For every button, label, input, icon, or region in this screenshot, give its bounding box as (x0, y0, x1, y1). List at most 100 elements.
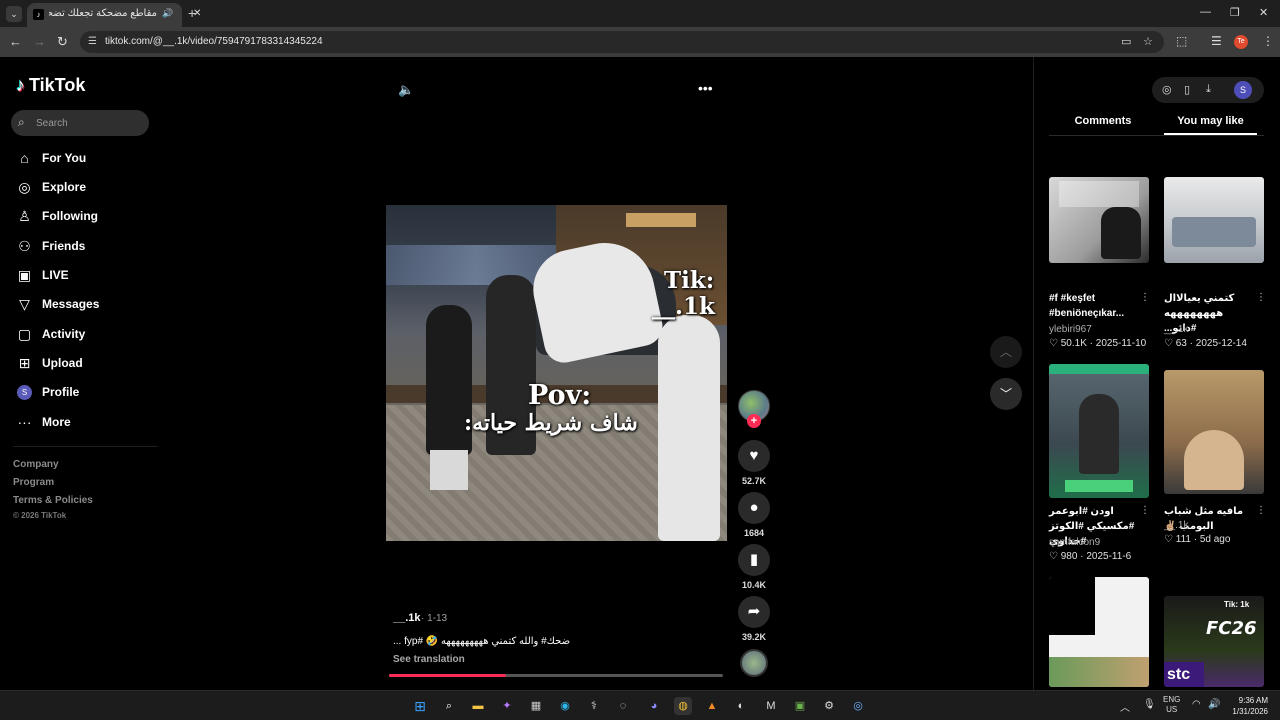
tiktok-logo[interactable]: ♪ TikTok (16, 75, 85, 96)
overlay-tik: Tik: (664, 267, 715, 294)
home-icon: ⌂ (20, 149, 29, 166)
follow-plus-icon[interactable]: + (747, 414, 761, 428)
new-tab-icon[interactable]: + (188, 5, 196, 21)
next-video-button[interactable]: ﹀ (990, 378, 1022, 410)
more-options-icon[interactable]: ••• (698, 80, 713, 96)
language-indicator[interactable]: ENG US (1163, 695, 1180, 715)
file-explorer-icon[interactable]: ▬ (469, 697, 487, 715)
footer-program[interactable]: Program (13, 477, 54, 488)
tab-you-may-like[interactable]: You may like (1164, 115, 1257, 127)
tab-audio-icon[interactable]: 🔊 (162, 8, 173, 19)
nav-following[interactable]: ♙ Following (16, 206, 98, 226)
footer-terms[interactable]: Terms & Policies (13, 495, 93, 506)
app-icon[interactable]: ⚙ (820, 697, 838, 715)
activity-icon: ▢ (17, 325, 32, 342)
see-translation-link[interactable]: See translation (393, 654, 465, 665)
video-player[interactable]: Tik: __.1k Pov: شاف شريط حياته: (386, 205, 727, 541)
rec-more-icon[interactable]: ⋮ (1140, 505, 1150, 516)
copilot-icon[interactable]: ✦ (498, 697, 516, 715)
nav-activity[interactable]: ▢ Activity (16, 324, 85, 344)
restore-icon[interactable]: ❐ (1230, 6, 1240, 19)
bookmark-star-icon[interactable]: ☆ (1143, 35, 1153, 48)
footer-company[interactable]: Company (13, 459, 59, 470)
wifi-icon[interactable]: ◠ (1192, 699, 1201, 710)
clock[interactable]: 9:36 AM 1/31/2026 (1226, 695, 1268, 717)
nav-more[interactable]: ··· More (16, 412, 71, 432)
reading-list-icon[interactable]: ☰ (1211, 34, 1222, 48)
rec-thumbnail[interactable] (1049, 577, 1149, 687)
microphone-icon[interactable]: 🎙 (1143, 699, 1156, 710)
cast-icon[interactable]: ▭ (1121, 35, 1131, 48)
music-disc[interactable] (740, 649, 768, 677)
thumb-bar (1049, 364, 1149, 374)
nav-friends[interactable]: ⚇ Friends (16, 236, 85, 256)
nav-label: Upload (42, 356, 83, 370)
comment-button[interactable]: ● (738, 492, 770, 524)
address-bar[interactable]: ☰ tiktok.com/@__.1k/video/75947917833143… (80, 31, 1164, 53)
volume-icon[interactable]: 🔈 (398, 82, 414, 98)
nav-for-you[interactable]: ⌂ For You (16, 148, 86, 168)
url-text[interactable]: tiktok.com/@__.1k/video/7594791783314345… (105, 36, 323, 47)
windows-start-icon[interactable]: ⊞ (411, 697, 429, 715)
browser-profile-avatar[interactable]: Te (1234, 35, 1248, 49)
back-icon[interactable]: ← (9, 34, 22, 50)
browser-toolbar: ← → ↻ ☰ tiktok.com/@__.1k/video/75947917… (0, 27, 1280, 57)
previous-video-button[interactable]: ︿ (990, 336, 1022, 368)
steam-icon[interactable]: ◎ (849, 697, 867, 715)
download-icon[interactable]: ⤓ (1206, 83, 1211, 96)
store-icon[interactable]: ▦ (527, 697, 545, 715)
search-box[interactable]: ⌕ (11, 110, 149, 136)
reload-icon[interactable]: ↻ (57, 34, 68, 50)
nav-profile[interactable]: S Profile (16, 382, 79, 402)
browser-tab[interactable]: ♪ مقاطع مضحكة تجعلك تضحك 🔊 ✕ (27, 3, 201, 27)
save-button[interactable]: ▮ (738, 544, 770, 576)
nav-messages[interactable]: ▽ Messages (16, 294, 99, 314)
nav-explore[interactable]: ◎ Explore (16, 177, 86, 197)
tab-comments[interactable]: Comments (1049, 115, 1157, 127)
taskbar-search-icon[interactable]: ⌕ (440, 697, 458, 715)
heart-outline-icon: ♡ (1049, 551, 1061, 562)
rec-thumbnail[interactable]: FC26 Tik: 1k stc (1164, 596, 1264, 687)
rec-thumbnail[interactable] (1164, 370, 1264, 494)
rec-title[interactable]: #f #keşfet #beniöneçıkar... (1049, 291, 1139, 321)
rec-author[interactable]: samfalcon9 (1049, 537, 1100, 548)
caption-username[interactable]: __.1k (393, 612, 421, 624)
tray-overflow-icon[interactable]: ︿ (1120, 699, 1130, 714)
logo-text: TikTok (29, 75, 86, 95)
app-icon[interactable]: ⚕ (585, 697, 603, 715)
video-progress-bar[interactable] (389, 674, 723, 677)
app-icon[interactable]: M (762, 697, 780, 715)
rec-author[interactable]: __.1k (1164, 520, 1188, 531)
rec-thumbnail[interactable] (1049, 177, 1149, 263)
nav-upload[interactable]: ⊞ Upload (16, 353, 83, 373)
chrome-icon[interactable]: ◍ (674, 697, 692, 715)
forward-icon[interactable]: → (33, 34, 46, 50)
like-button[interactable]: ♥ (738, 440, 770, 472)
minimize-icon[interactable]: — (1200, 6, 1211, 18)
app-icon[interactable]: ◐ (732, 697, 750, 715)
extensions-icon[interactable]: ⬚ (1176, 34, 1187, 48)
account-avatar[interactable]: S (1234, 81, 1252, 99)
site-info-icon[interactable]: ☰ (88, 36, 97, 47)
app-icon[interactable]: ▣ (791, 697, 809, 715)
rec-more-icon[interactable]: ⋮ (1256, 505, 1266, 516)
tab-search-icon[interactable]: ⌄ (6, 6, 22, 22)
app-icon[interactable]: ▲ (703, 697, 721, 715)
phone-icon[interactable]: ▯ (1184, 83, 1190, 96)
nav-live[interactable]: ▣ LIVE (16, 265, 69, 285)
window-close-icon[interactable]: ✕ (1259, 6, 1268, 19)
app-icon[interactable]: ◌ (614, 697, 632, 715)
search-input[interactable] (36, 114, 144, 132)
chrome-menu-icon[interactable]: ⋮ (1262, 34, 1274, 48)
discord-icon[interactable]: ◕ (645, 697, 663, 715)
rec-author[interactable]: __.1k (1164, 324, 1188, 335)
share-button[interactable]: ➦ (738, 596, 770, 628)
rec-more-icon[interactable]: ⋮ (1256, 292, 1266, 303)
rec-thumbnail[interactable] (1164, 177, 1264, 263)
speaker-icon[interactable]: 🔊 (1208, 699, 1220, 710)
rec-author[interactable]: ylebiri967 (1049, 324, 1092, 335)
rec-thumbnail[interactable] (1049, 364, 1149, 498)
explore-icon[interactable]: ◎ (1162, 83, 1172, 96)
edge-icon[interactable]: ◉ (556, 697, 574, 715)
rec-more-icon[interactable]: ⋮ (1140, 292, 1150, 303)
